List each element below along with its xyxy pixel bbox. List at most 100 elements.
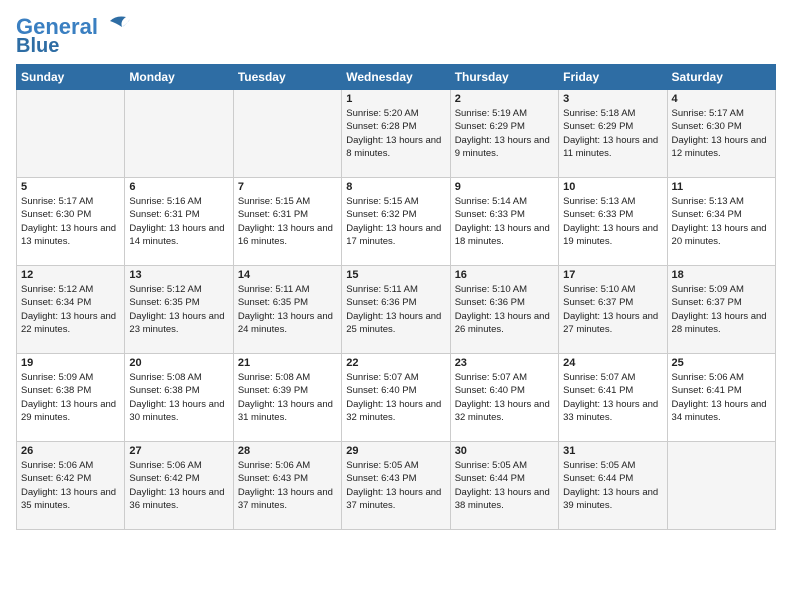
calendar-cell: 10Sunrise: 5:13 AM Sunset: 6:33 PM Dayli… [559,178,667,266]
weekday-header-wednesday: Wednesday [342,65,450,90]
calendar-cell: 12 Sunrise: 5:12 AM Sunset: 6:34 PM Dayli… [17,266,125,354]
day-number: 9 [455,181,554,193]
day-number: 1 [346,93,445,105]
calendar-cell: 6 Sunrise: 5:16 AM Sunset: 6:31 PM Daylig… [125,178,233,266]
cell-content: Sunrise: 5:19 AM Sunset: 6:29 PM Dayligh… [455,107,554,160]
day-number: 6 [129,181,228,193]
calendar-cell: 18Sunrise: 5:09 AM Sunset: 6:37 PM Dayli… [667,266,775,354]
cell-content: Sunrise: 5:06 AM Sunset: 6:42 PM Dayligh… [129,459,228,512]
day-number: 22 [346,357,445,369]
cell-content: Sunrise: 5:12 AM Sunset: 6:34 PM Dayligh… [21,283,120,336]
page-header: General Blue [16,16,776,56]
cell-content: Sunrise: 5:16 AM Sunset: 6:31 PM Dayligh… [129,195,228,248]
cell-content: Sunrise: 5:10 AM Sunset: 6:36 PM Dayligh… [455,283,554,336]
calendar-cell: 16 Sunrise: 5:10 AM Sunset: 6:36 PM Dayli… [450,266,558,354]
weekday-header-thursday: Thursday [450,65,558,90]
calendar-cell: 24Sunrise: 5:07 AM Sunset: 6:41 PM Dayli… [559,354,667,442]
logo-bird-icon [100,13,132,37]
day-number: 21 [238,357,337,369]
calendar-cell: 21 Sunrise: 5:08 AM Sunset: 6:39 PM Dayli… [233,354,341,442]
cell-content: Sunrise: 5:08 AM Sunset: 6:38 PM Dayligh… [129,371,228,424]
cell-content: Sunrise: 5:18 AM Sunset: 6:29 PM Dayligh… [563,107,662,160]
calendar-week-row: 19 Sunrise: 5:09 AM Sunset: 6:38 PM Dayli… [17,354,776,442]
cell-content: Sunrise: 5:09 AM Sunset: 6:38 PM Dayligh… [21,371,120,424]
cell-content: Sunrise: 5:06 AM Sunset: 6:41 PM Dayligh… [672,371,771,424]
calendar-cell: 1 Sunrise: 5:20 AM Sunset: 6:28 PM Daylig… [342,90,450,178]
day-number: 25 [672,357,771,369]
day-number: 26 [21,445,120,457]
cell-content: Sunrise: 5:08 AM Sunset: 6:39 PM Dayligh… [238,371,337,424]
calendar-cell: 29 Sunrise: 5:05 AM Sunset: 6:43 PM Dayli… [342,442,450,530]
logo-blue: Blue [16,36,59,56]
day-number: 12 [21,269,120,281]
calendar-cell: 2 Sunrise: 5:19 AM Sunset: 6:29 PM Daylig… [450,90,558,178]
calendar-cell: 13 Sunrise: 5:12 AM Sunset: 6:35 PM Dayli… [125,266,233,354]
calendar-cell: 28 Sunrise: 5:06 AM Sunset: 6:43 PM Dayli… [233,442,341,530]
cell-content: Sunrise: 5:15 AM Sunset: 6:31 PM Dayligh… [238,195,337,248]
cell-content: Sunrise: 5:13 AM Sunset: 6:34 PM Dayligh… [672,195,771,248]
weekday-header-sunday: Sunday [17,65,125,90]
calendar-cell: 7 Sunrise: 5:15 AM Sunset: 6:31 PM Daylig… [233,178,341,266]
day-number: 16 [455,269,554,281]
cell-content: Sunrise: 5:17 AM Sunset: 6:30 PM Dayligh… [672,107,771,160]
day-number: 30 [455,445,554,457]
calendar-cell: 31 Sunrise: 5:05 AM Sunset: 6:44 PM Dayli… [559,442,667,530]
calendar-table: SundayMondayTuesdayWednesdayThursdayFrid… [16,64,776,530]
day-number: 27 [129,445,228,457]
calendar-cell: 14 Sunrise: 5:11 AM Sunset: 6:35 PM Dayli… [233,266,341,354]
calendar-week-row: 1 Sunrise: 5:20 AM Sunset: 6:28 PM Daylig… [17,90,776,178]
day-number: 28 [238,445,337,457]
calendar-cell: 15 Sunrise: 5:11 AM Sunset: 6:36 PM Dayli… [342,266,450,354]
day-number: 13 [129,269,228,281]
calendar-cell: 19 Sunrise: 5:09 AM Sunset: 6:38 PM Dayli… [17,354,125,442]
calendar-cell: 30 Sunrise: 5:05 AM Sunset: 6:44 PM Dayli… [450,442,558,530]
calendar-cell: 5Sunrise: 5:17 AM Sunset: 6:30 PM Daylig… [17,178,125,266]
day-number: 2 [455,93,554,105]
cell-content: Sunrise: 5:12 AM Sunset: 6:35 PM Dayligh… [129,283,228,336]
calendar-cell: 8Sunrise: 5:15 AM Sunset: 6:32 PM Daylig… [342,178,450,266]
day-number: 17 [563,269,662,281]
cell-content: Sunrise: 5:06 AM Sunset: 6:43 PM Dayligh… [238,459,337,512]
cell-content: Sunrise: 5:05 AM Sunset: 6:44 PM Dayligh… [563,459,662,512]
calendar-cell [125,90,233,178]
calendar-cell [233,90,341,178]
calendar-cell: 11Sunrise: 5:13 AM Sunset: 6:34 PM Dayli… [667,178,775,266]
day-number: 31 [563,445,662,457]
day-number: 14 [238,269,337,281]
day-number: 15 [346,269,445,281]
day-number: 10 [563,181,662,193]
calendar-cell: 23 Sunrise: 5:07 AM Sunset: 6:40 PM Dayli… [450,354,558,442]
cell-content: Sunrise: 5:06 AM Sunset: 6:42 PM Dayligh… [21,459,120,512]
day-number: 7 [238,181,337,193]
cell-content: Sunrise: 5:07 AM Sunset: 6:40 PM Dayligh… [455,371,554,424]
cell-content: Sunrise: 5:05 AM Sunset: 6:44 PM Dayligh… [455,459,554,512]
cell-content: Sunrise: 5:07 AM Sunset: 6:40 PM Dayligh… [346,371,445,424]
calendar-cell: 9 Sunrise: 5:14 AM Sunset: 6:33 PM Daylig… [450,178,558,266]
cell-content: Sunrise: 5:11 AM Sunset: 6:36 PM Dayligh… [346,283,445,336]
calendar-week-row: 12 Sunrise: 5:12 AM Sunset: 6:34 PM Dayli… [17,266,776,354]
weekday-header-row: SundayMondayTuesdayWednesdayThursdayFrid… [17,65,776,90]
calendar-cell [17,90,125,178]
cell-content: Sunrise: 5:09 AM Sunset: 6:37 PM Dayligh… [672,283,771,336]
day-number: 29 [346,445,445,457]
cell-content: Sunrise: 5:11 AM Sunset: 6:35 PM Dayligh… [238,283,337,336]
day-number: 19 [21,357,120,369]
day-number: 24 [563,357,662,369]
calendar-cell [667,442,775,530]
weekday-header-monday: Monday [125,65,233,90]
calendar-cell: 17Sunrise: 5:10 AM Sunset: 6:37 PM Dayli… [559,266,667,354]
day-number: 23 [455,357,554,369]
cell-content: Sunrise: 5:20 AM Sunset: 6:28 PM Dayligh… [346,107,445,160]
day-number: 20 [129,357,228,369]
cell-content: Sunrise: 5:05 AM Sunset: 6:43 PM Dayligh… [346,459,445,512]
calendar-cell: 26 Sunrise: 5:06 AM Sunset: 6:42 PM Dayli… [17,442,125,530]
day-number: 3 [563,93,662,105]
cell-content: Sunrise: 5:14 AM Sunset: 6:33 PM Dayligh… [455,195,554,248]
calendar-cell: 22 Sunrise: 5:07 AM Sunset: 6:40 PM Dayli… [342,354,450,442]
day-number: 4 [672,93,771,105]
calendar-cell: 3 Sunrise: 5:18 AM Sunset: 6:29 PM Daylig… [559,90,667,178]
calendar-week-row: 26 Sunrise: 5:06 AM Sunset: 6:42 PM Dayli… [17,442,776,530]
calendar-cell: 27 Sunrise: 5:06 AM Sunset: 6:42 PM Dayli… [125,442,233,530]
calendar-week-row: 5Sunrise: 5:17 AM Sunset: 6:30 PM Daylig… [17,178,776,266]
calendar-cell: 20 Sunrise: 5:08 AM Sunset: 6:38 PM Dayli… [125,354,233,442]
